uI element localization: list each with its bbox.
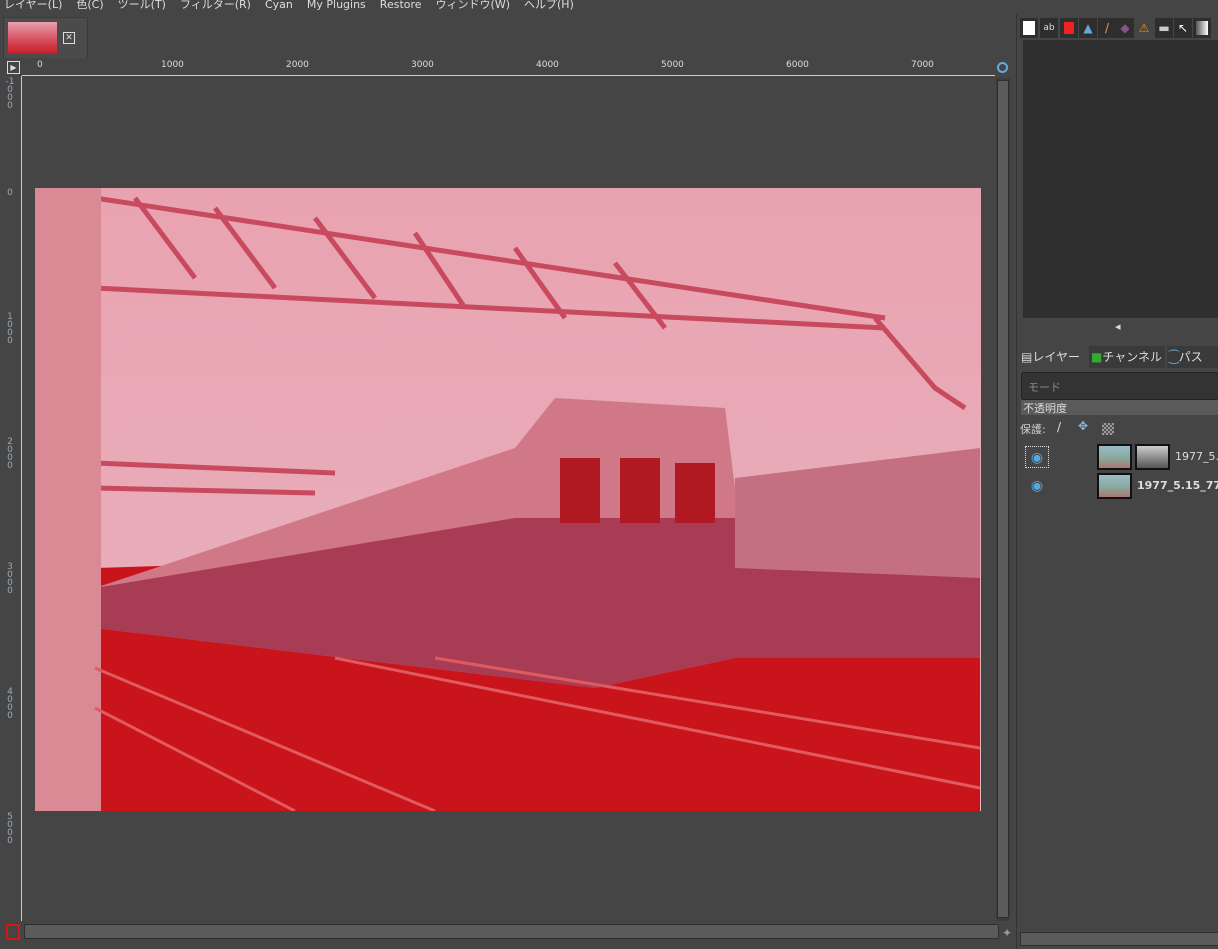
ruler-label: 5000 <box>661 60 684 70</box>
panel-menu-icon[interactable]: ◂ <box>1115 320 1121 333</box>
image-canvas[interactable] <box>23 77 995 922</box>
menu-filters[interactable]: フィルター(R) <box>180 0 251 14</box>
dynamics-icon[interactable]: ◆ <box>1116 18 1134 38</box>
ruler-label: 2000 <box>7 437 13 471</box>
menu-windows[interactable]: ウィンドウ(W) <box>436 0 510 14</box>
ruler-label: 5000 <box>7 812 13 846</box>
layer-row[interactable]: ◉ 1977_5.15_77 <box>1019 471 1218 503</box>
layer-row[interactable]: ◉ 1977_5.15_7 <box>1019 442 1218 474</box>
menubar: レイヤー(L) 色(C) ツール(T) フィルター(R) Cyan My Plu… <box>0 0 1218 14</box>
menu-restore[interactable]: Restore <box>380 0 422 14</box>
font-icon[interactable]: ab <box>1040 18 1058 38</box>
menu-tools[interactable]: ツール(T) <box>118 0 166 14</box>
tab-label: パス <box>1178 350 1203 364</box>
layers-list-empty <box>1019 504 1218 934</box>
layer-name[interactable]: 1977_5.15_7 <box>1175 450 1218 463</box>
ruler-label: 4000 <box>536 60 559 70</box>
layer-thumbnail <box>1097 473 1132 499</box>
lock-alpha-icon[interactable] <box>1102 423 1114 435</box>
tab-label: チャンネル <box>1102 350 1162 364</box>
tab-layers[interactable]: ▤レイヤー <box>1019 346 1087 368</box>
menu-arrow-button[interactable]: ▶ <box>7 61 20 74</box>
tab-label: レイヤー <box>1032 350 1080 364</box>
vertical-scrollbar[interactable] <box>996 78 1010 921</box>
mode-placeholder: モード <box>1028 381 1061 394</box>
histogram-icon[interactable]: ▲ <box>1079 18 1097 38</box>
brush-icon[interactable] <box>1020 18 1038 38</box>
close-icon[interactable]: ✕ <box>63 32 75 44</box>
dock-scrollbar[interactable] <box>1020 932 1218 946</box>
layer-name[interactable]: 1977_5.15_77 <box>1137 479 1218 492</box>
menu-help[interactable]: ヘルプ(H) <box>524 0 574 14</box>
eye-icon[interactable]: ◉ <box>1025 475 1049 497</box>
menu-cyan[interactable]: Cyan <box>265 0 293 14</box>
scrollbar-thumb[interactable] <box>997 80 1009 918</box>
ruler-label: 7000 <box>911 60 934 70</box>
ruler-label: 0 <box>37 60 43 70</box>
device-icon[interactable]: ▬ <box>1155 18 1173 38</box>
lock-position-icon[interactable]: ✥ <box>1078 419 1088 433</box>
vertical-ruler: -1000 0 1000 2000 3000 4000 5000 <box>3 76 22 921</box>
paintbrush-icon[interactable]: / <box>1098 18 1116 38</box>
image-tab[interactable]: ✕ <box>3 17 88 58</box>
horizontal-ruler: 0 1000 2000 3000 4000 5000 6000 7000 <box>22 59 995 76</box>
opacity-label: 不透明度 <box>1023 402 1067 415</box>
quick-mask-toggle[interactable] <box>6 924 20 940</box>
opacity-slider[interactable]: 不透明度 <box>1021 400 1218 415</box>
menu-layer[interactable]: レイヤー(L) <box>4 0 62 14</box>
ruler-label: 2000 <box>286 60 309 70</box>
layer-thumbnail <box>1097 444 1132 470</box>
menu-my-plugins[interactable]: My Plugins <box>307 0 366 14</box>
ruler-label: 3000 <box>7 562 13 596</box>
ruler-label: 1000 <box>161 60 184 70</box>
right-dock: ab ▲ / ◆ ⚠ ▬ ↖ ◂ ▤レイヤー ■チャンネル ⁐パス モード 不透… <box>1016 14 1218 949</box>
tab-paths[interactable]: ⁐パス <box>1167 346 1218 368</box>
eye-icon[interactable]: ◉ <box>1025 446 1049 468</box>
navigate-icon[interactable]: ✦ <box>1002 926 1012 940</box>
horizontal-scrollbar[interactable] <box>24 924 999 939</box>
top-panel-content <box>1023 40 1218 318</box>
pattern-icon[interactable] <box>1060 18 1078 38</box>
ruler-label: 1000 <box>7 312 13 346</box>
gradient-icon[interactable] <box>1193 18 1211 38</box>
zoom-to-fit-button[interactable] <box>997 62 1008 73</box>
tab-channels[interactable]: ■チャンネル <box>1089 346 1165 368</box>
ruler-label: 6000 <box>786 60 809 70</box>
image-content <box>35 188 981 811</box>
pointer-icon[interactable]: ↖ <box>1174 18 1192 38</box>
protect-label: 保護: <box>1020 423 1046 436</box>
image-tabs: ✕ <box>0 16 1016 58</box>
menu-color[interactable]: 色(C) <box>76 0 103 14</box>
ruler-label: 3000 <box>411 60 434 70</box>
image-thumbnail <box>8 22 57 54</box>
layer-mask-thumbnail <box>1135 444 1170 470</box>
warning-icon[interactable]: ⚠ <box>1135 18 1153 38</box>
ruler-label: 4000 <box>7 687 13 721</box>
mode-select[interactable]: モード <box>1021 372 1218 400</box>
ruler-label: 0 <box>7 188 13 198</box>
lock-pixels-icon[interactable]: / <box>1057 420 1061 434</box>
ruler-label: -1000 <box>5 77 15 111</box>
